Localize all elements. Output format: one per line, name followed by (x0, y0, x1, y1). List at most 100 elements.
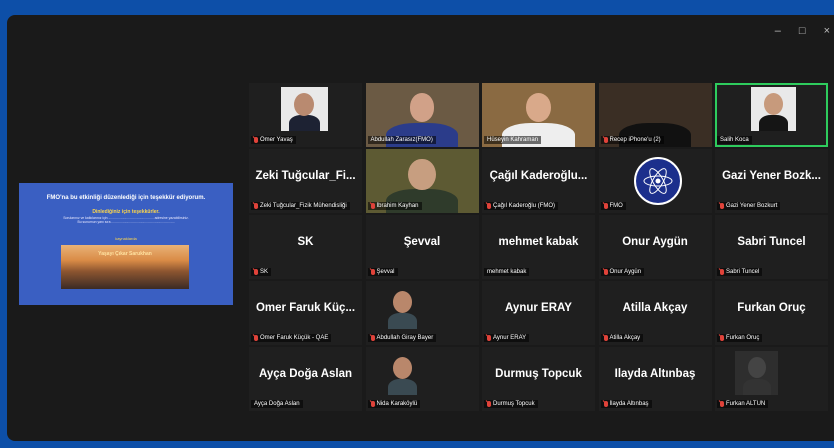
mic-muted-icon (370, 335, 375, 341)
close-button[interactable]: × (824, 25, 830, 37)
participant-tile[interactable]: Sabri Tuncel Sabri Tuncel (715, 215, 828, 279)
participant-tile[interactable]: Durmuş Topcuk Durmuş Topcuk (482, 347, 595, 411)
person-face (393, 357, 413, 379)
participant-name: İbrahim Kayhan (376, 203, 419, 209)
participant-tile[interactable]: Aynur ERAY Aynur ERAY (482, 281, 595, 345)
participant-tile[interactable]: Abdullah Zarasız(FMO) (365, 83, 479, 147)
participant-name-label: Aynur ERAY (484, 334, 530, 342)
participant-name: Nida Karaköylü (376, 401, 418, 407)
share-title: FMO'na bu etkinliği düzenlediği için teş… (46, 195, 206, 201)
participant-tile[interactable]: FMO (598, 149, 712, 213)
participant-name: mehmet kabak (487, 269, 527, 275)
participant-tile[interactable]: Zeki Tuğcular_Fi... Zeki Tuğcular_Fizik M… (249, 149, 362, 213)
participant-name: Ömer Yavaş (260, 137, 293, 143)
minimize-button[interactable]: – (775, 25, 781, 37)
participant-tile[interactable]: Şevval Şevval (365, 215, 479, 279)
participant-video (751, 87, 797, 131)
participant-tile[interactable]: Ömer Faruk Küç... Ömer Faruk Küçük - QAE (249, 281, 362, 345)
participant-name-label: Gazi Yener Bozkurt (717, 202, 781, 210)
participant-name-label: İlayda Altınbaş (600, 400, 652, 408)
participant-name: Abdullah Zarasız(FMO) (370, 137, 433, 143)
person-face (747, 357, 766, 378)
share-footer: kaynaklarda (115, 236, 137, 241)
participant-tile[interactable]: Çağıl Kaderoğlu... Çağıl Kaderoğlu (FMO) (482, 149, 595, 213)
participant-name-label: İbrahim Kayhan (367, 202, 422, 210)
participant-tile[interactable]: Furkan Oruç Furkan Oruç (715, 281, 828, 345)
participant-tile[interactable]: Recep iPhone'u (2) (598, 83, 712, 147)
mic-muted-icon (720, 269, 724, 275)
participant-video (380, 351, 426, 395)
participant-name-label: FMO (600, 202, 626, 210)
mic-muted-icon (603, 335, 608, 341)
mic-muted-icon (487, 203, 491, 209)
participant-display-name: Gazi Yener Bozk... (722, 170, 821, 182)
participant-tile[interactable]: Ömer Yavaş (249, 83, 362, 147)
shared-screen[interactable]: FMO'na bu etkinliği düzenlediği için teş… (19, 183, 233, 305)
participant-tile[interactable]: İbrahim Kayhan (365, 149, 479, 213)
participant-tile[interactable]: Abdullah Giray Bayer (365, 281, 479, 345)
participant-display-name: Durmuş Topcuk (495, 368, 582, 380)
mic-muted-icon (487, 401, 491, 407)
participant-display-name: Aynur ERAY (505, 302, 572, 314)
participant-name-label: Atilla Akçay (600, 334, 644, 342)
mic-muted-icon (487, 335, 491, 341)
participant-tile[interactable]: SK SK (249, 215, 362, 279)
person-silhouette (759, 115, 789, 131)
participant-name-label: Ayça Doğa Aslan (251, 400, 303, 408)
participant-name: FMO (609, 203, 623, 209)
mic-muted-icon (603, 137, 608, 143)
fmo-logo-icon (633, 157, 682, 205)
share-subtitle: Dinlediğiniz için teşekkürler. (92, 209, 160, 215)
participant-name: Çağıl Kaderoğlu (FMO) (493, 203, 556, 209)
mic-muted-icon (254, 335, 258, 341)
participant-name-label: Salih Koca (717, 136, 752, 144)
participant-name-label: Sabri Tuncel (717, 268, 763, 276)
window-controls: – □ × (775, 25, 830, 37)
participant-tile[interactable]: İlayda Altınbaş İlayda Altınbaş (598, 347, 712, 411)
participant-tile[interactable]: Hüseyin Kahraman (482, 83, 595, 147)
participant-name: Furkan Oruç (726, 335, 760, 341)
participant-display-name: Şevval (403, 236, 441, 248)
share-body-line: Bu sunumun yanı sıra ...................… (77, 220, 175, 225)
participant-name-label: mehmet kabak (484, 268, 530, 276)
participant-display-name: Ayça Doğa Aslan (258, 368, 353, 380)
participant-display-name: mehmet kabak (498, 236, 579, 248)
participant-name: Aynur ERAY (493, 335, 527, 341)
mic-muted-icon (254, 269, 258, 275)
participant-name-label: Furkan Oruç (717, 334, 763, 342)
participant-display-name: Çağıl Kaderoğlu... (489, 170, 588, 182)
participant-tile[interactable]: Salih Koca (715, 83, 828, 147)
participant-name: İlayda Altınbaş (609, 401, 649, 407)
participant-tile[interactable]: Furkan ALTUN (715, 347, 828, 411)
mic-muted-icon (603, 401, 608, 407)
participant-name: Şevval (376, 269, 395, 275)
participant-name: Ömer Faruk Küçük - QAE (260, 335, 329, 341)
participant-name: Recep iPhone'u (2) (609, 137, 661, 143)
participant-display-name: Zeki Tuğcular_Fi... (255, 170, 356, 182)
person-face (294, 93, 315, 116)
participant-tile[interactable]: Nida Karaköylü (365, 347, 479, 411)
participant-tile[interactable]: Ayça Doğa Aslan Ayça Doğa Aslan (249, 347, 362, 411)
maximize-button[interactable]: □ (799, 25, 806, 37)
mic-muted-icon (370, 401, 375, 407)
mic-muted-icon (603, 269, 608, 275)
mic-muted-icon (254, 137, 258, 143)
mic-muted-icon (720, 401, 724, 407)
participant-name: Furkan ALTUN (726, 401, 766, 407)
participant-name: Onur Aygün (609, 269, 642, 275)
participant-tile[interactable]: mehmet kabak mehmet kabak (482, 215, 595, 279)
participant-name-label: Recep iPhone'u (2) (600, 136, 664, 144)
participant-name: Gazi Yener Bozkurt (726, 203, 778, 209)
participant-display-name: Onur Aygün (622, 236, 688, 248)
participant-display-name: Furkan Oruç (737, 302, 806, 314)
person-silhouette (388, 313, 418, 329)
mic-muted-icon (720, 203, 724, 209)
participant-name-label: Ömer Yavaş (251, 136, 296, 144)
participant-name-label: Furkan ALTUN (717, 400, 769, 408)
participant-tile[interactable]: Gazi Yener Bozk... Gazi Yener Bozkurt (715, 149, 828, 213)
participant-tile[interactable]: Onur Aygün Onur Aygün (598, 215, 712, 279)
meeting-window: – □ × FMO'na bu etkinliği düzenlediği iç… (7, 15, 834, 441)
participant-name-label: Hüseyin Kahraman (484, 136, 542, 144)
participant-tile[interactable]: Atilla Akçay Atilla Akçay (598, 281, 712, 345)
participant-display-name: Atilla Akçay (622, 302, 688, 314)
